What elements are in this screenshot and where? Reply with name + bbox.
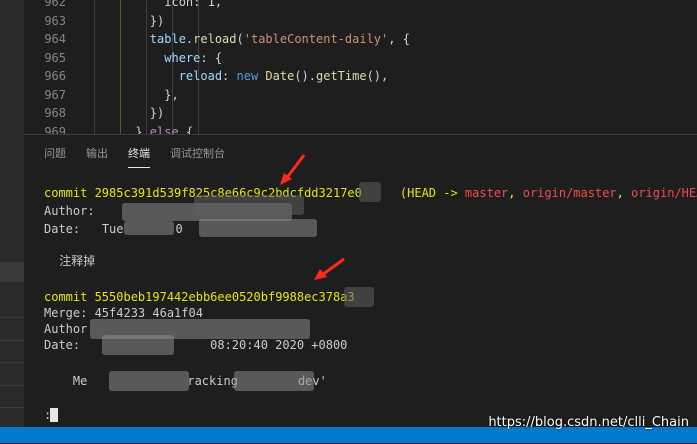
code-token: { <box>178 124 194 135</box>
code-text: table.reload('tableContent-daily', { <box>92 30 410 49</box>
redaction-blur <box>102 335 174 355</box>
date-label: Date: <box>44 338 81 352</box>
code-token: , { <box>388 32 410 46</box>
code-text: }, <box>92 86 179 105</box>
date-value: Tue <box>101 222 124 236</box>
line-number: 963 <box>44 13 66 28</box>
activity-highlight <box>0 262 24 282</box>
code-text: }) <box>92 104 164 123</box>
line-number: 964 <box>44 32 66 46</box>
author-line-1: Author: <box>44 204 95 218</box>
code-token: (), <box>366 69 389 83</box>
date-tail: 0 <box>175 222 183 236</box>
code-text: } else { <box>92 123 193 135</box>
bottom-panel: 问题 输出 终端 调试控制台 commit 2985c391d539f825c8… <box>24 134 697 444</box>
redaction-blur <box>359 182 381 202</box>
code-token: Date <box>265 69 295 83</box>
code-token: }) <box>92 13 165 28</box>
code-token: : { <box>200 50 223 65</box>
commit-hash: commit 5550beb197442ebb6ee0520bf9988ec37… <box>44 290 355 304</box>
branch-origin-head: origin/HEAD <box>631 186 697 200</box>
code-token: }) <box>92 106 165 120</box>
author-line-2: Author <box>44 322 88 336</box>
code-text: }) <box>92 12 164 31</box>
divider <box>0 340 24 341</box>
redaction-blur <box>109 371 189 391</box>
tab-problems[interactable]: 问题 <box>44 145 66 161</box>
code-editor[interactable]: 962 icon: 1, 963 }) 964 table.reload('tabl… <box>24 0 697 134</box>
date-label: Date: <box>44 222 81 236</box>
line-number: 965 <box>44 50 66 65</box>
ref-separator: , <box>616 186 632 200</box>
code-token: : <box>222 69 237 83</box>
branch-origin-master: origin/master <box>522 186 617 200</box>
date-value: 08:20:40 2020 +0800 <box>210 338 348 352</box>
date-line-2: Date: 08:20:40 2020 +0800 <box>44 337 347 353</box>
line-number: 966 <box>44 69 66 83</box>
code-text: reload: new Date().getTime(), <box>92 67 389 86</box>
divider <box>0 362 24 363</box>
line-number: 969 <box>44 124 66 135</box>
code-token: ( <box>236 32 244 46</box>
line-number: 968 <box>44 106 66 120</box>
redaction-blur <box>344 287 374 307</box>
redaction-blur <box>234 371 314 391</box>
tab-debug-console[interactable]: 调试控制台 <box>170 145 225 161</box>
tab-output[interactable]: 输出 <box>86 145 108 161</box>
red-arrow-icon <box>314 257 345 280</box>
code-token: new <box>236 69 266 83</box>
divider <box>0 385 24 386</box>
head-ref: (HEAD -> <box>399 186 465 200</box>
code-token: reload <box>193 32 237 46</box>
redaction-blur <box>124 221 174 235</box>
panel-tabs: 问题 输出 终端 调试控制台 <box>24 135 697 169</box>
redaction-blur <box>199 219 317 237</box>
code-token: icon: 1, <box>92 0 223 9</box>
watermark: https://blog.csdn.net/clli_Chain <box>488 415 689 430</box>
code-token: getTime <box>316 69 367 83</box>
commit-message-1: 注释掉 <box>44 254 96 268</box>
commit-line-2: commit 5550beb197442ebb6ee0520bf9988ec37… <box>44 289 355 305</box>
code-token: } <box>92 124 150 135</box>
redaction-blur <box>194 195 304 215</box>
terminal-cursor <box>50 408 58 422</box>
code-token: table. <box>92 32 194 46</box>
code-token: reload <box>92 69 223 83</box>
code-token: (). <box>294 69 316 83</box>
code-token: else <box>149 124 179 135</box>
code-text: where: { <box>92 49 222 68</box>
divider <box>0 317 24 318</box>
activity-bar <box>0 0 24 443</box>
branch-master: master <box>464 186 509 200</box>
ref-separator: , <box>508 186 523 200</box>
tab-terminal[interactable]: 终端 <box>128 145 150 168</box>
message-start: Me <box>44 374 88 388</box>
message-mid: racking <box>187 374 238 388</box>
code-token: 'tableContent-daily' <box>243 32 389 46</box>
red-arrow-icon <box>280 154 306 185</box>
code-token: where <box>92 50 201 65</box>
line-number: 967 <box>44 87 66 102</box>
line-number: 962 <box>44 0 66 9</box>
code-text: icon: 1, <box>92 0 222 12</box>
code-token: }, <box>92 87 179 102</box>
divider <box>0 407 24 408</box>
